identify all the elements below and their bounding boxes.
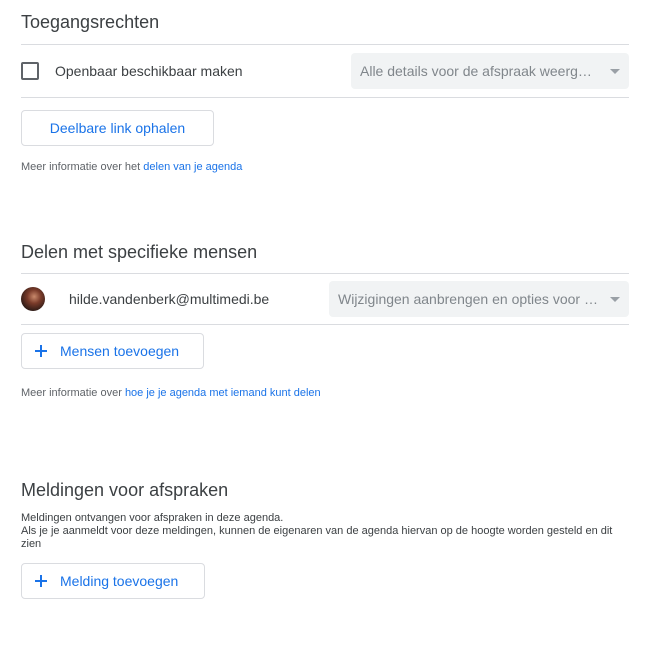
share-info-text: Meer informatie over hoe je je agenda me… [21,387,321,400]
notifications-desc-line1: Meldingen ontvangen voor afspraken in de… [21,512,284,524]
detail-level-select-value: Alle details voor de afspraak weergeven [360,63,599,79]
notifications-section-title: Meldingen voor afspraken [21,480,229,500]
notifications-desc-line2: Als je je aanmeldt voor deze meldingen, … [21,525,613,550]
share-section-title: Delen met specifieke mensen [21,242,258,262]
share-title-divider [21,273,629,274]
permission-select-value: Wijzigingen aanbrengen en opties voor de… [338,291,599,307]
public-checkbox-label[interactable]: Openbaar beschikbaar maken [55,62,243,80]
plus-icon [35,345,47,357]
detail-level-select[interactable]: Alle details voor de afspraak weergeven [351,53,629,89]
share-info-link[interactable]: hoe je je agenda met iemand kunt delen [125,387,321,399]
share-row-divider [21,324,629,325]
share-info-prefix: Meer informatie over [21,387,125,399]
add-notification-button-label: Melding toevoegen [60,573,179,589]
shared-person-email: hilde.vandenberk@multimedi.be [69,291,270,307]
notifications-description: Meldingen ontvangen voor afspraken in de… [21,512,631,551]
access-row-divider [21,97,629,98]
add-people-button[interactable]: Mensen toevoegen [21,333,204,369]
access-section-title: Toegangsrechten [21,12,160,32]
add-people-button-label: Mensen toevoegen [60,343,180,359]
dropdown-caret-icon [610,297,620,302]
add-notification-button[interactable]: Melding toevoegen [21,563,205,599]
permission-select[interactable]: Wijzigingen aanbrengen en opties voor de… [329,281,629,317]
avatar [21,287,45,311]
public-checkbox[interactable] [21,62,39,80]
share-link-button[interactable]: Deelbare link ophalen [21,110,214,146]
access-info-link[interactable]: delen van je agenda [143,161,242,173]
access-title-divider [21,44,629,45]
access-info-prefix: Meer informatie over het [21,161,144,173]
plus-icon [35,575,47,587]
access-info-text: Meer informatie over het delen van je ag… [21,161,242,174]
dropdown-caret-icon [610,69,620,74]
